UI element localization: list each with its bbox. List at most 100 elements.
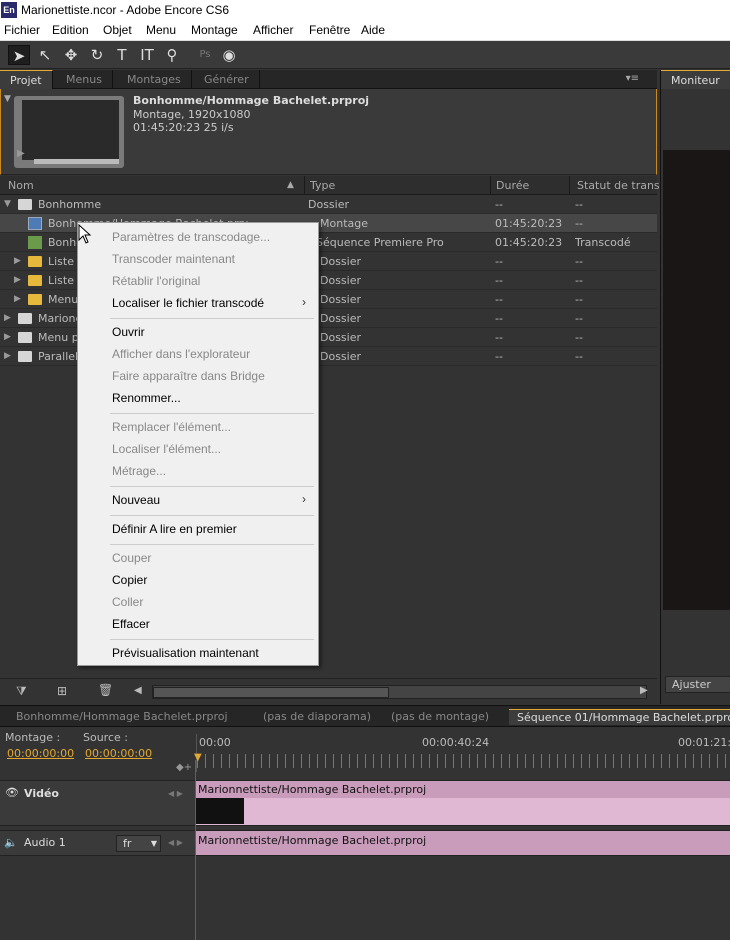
scroll-right-icon[interactable]: ▶: [640, 685, 648, 696]
column-status[interactable]: Statut de transc: [577, 179, 666, 192]
video-clip[interactable]: Marionnettiste/Hommage Bachelet.prproj: [196, 781, 730, 825]
sort-ascending-icon[interactable]: ▲: [287, 180, 294, 190]
expand-triangle-icon[interactable]: ▼: [4, 199, 11, 209]
project-panel-footer: ⧩ ⊞ 🗑 ◀ ▶: [0, 678, 657, 704]
add-marker-icon[interactable]: ◆+: [176, 762, 192, 773]
menu-item-transcode-settings[interactable]: Paramètres de transcodage...: [112, 230, 270, 244]
tab-timeline-none[interactable]: (pas de montage): [383, 709, 497, 725]
menu-objet[interactable]: Objet: [103, 23, 132, 37]
tab-projet[interactable]: Projet: [0, 70, 53, 89]
filter-icon[interactable]: ⧩: [16, 684, 27, 699]
menu-separator: [110, 515, 314, 516]
menu-item-revert-original[interactable]: Rétablir l'original: [112, 274, 200, 288]
rotate-icon[interactable]: ↻: [86, 45, 108, 65]
direct-select-icon[interactable]: ↖: [34, 45, 56, 65]
tab-moniteur[interactable]: Moniteur: [661, 70, 730, 89]
audio-language-select[interactable]: fr ▼: [116, 835, 161, 852]
column-divider[interactable]: [490, 176, 491, 195]
column-type[interactable]: Type: [310, 179, 335, 192]
scroll-left-icon[interactable]: ◀: [134, 685, 142, 696]
photoshop-icon[interactable]: Ps: [194, 45, 216, 65]
vertical-text-icon[interactable]: IT: [136, 45, 158, 65]
column-divider[interactable]: [569, 176, 570, 195]
zoom-fit-select[interactable]: Ajuster: [665, 676, 730, 693]
column-name[interactable]: Nom: [8, 179, 34, 192]
menu-item-locate-transcoded[interactable]: Localiser le fichier transcodé: [112, 296, 264, 310]
item-type: Dossier: [320, 312, 362, 325]
menu-item-replace[interactable]: Remplacer l'élément...: [112, 420, 231, 434]
menu-fichier[interactable]: Fichier: [4, 23, 40, 37]
horizontal-scrollbar[interactable]: [152, 685, 647, 699]
panel-menu-icon[interactable]: ▾≡: [626, 73, 639, 84]
folder-icon: [28, 256, 42, 267]
menu-item-copy[interactable]: Copier: [112, 573, 147, 587]
preview-thumbnail[interactable]: ▶: [14, 96, 124, 168]
menu-item-open[interactable]: Ouvrir: [112, 325, 145, 339]
selection-arrow-icon[interactable]: ➤: [8, 45, 30, 65]
menu-edition[interactable]: Edition: [52, 23, 89, 37]
monitor-viewport[interactable]: [663, 150, 730, 610]
ruler-label: 00:01:21:2: [678, 736, 730, 749]
menu-aide[interactable]: Aide: [361, 23, 385, 37]
column-divider[interactable]: [304, 176, 305, 195]
menu-montage[interactable]: Montage: [191, 23, 238, 37]
time-ruler[interactable]: 00:00 00:00:40:24 00:01:21:2 ▼: [194, 734, 730, 772]
list-item[interactable]: ▼ Bonhomme Dossier -- --: [0, 195, 657, 214]
menu-afficher[interactable]: Afficher: [253, 23, 293, 37]
folder-icon: [18, 332, 32, 343]
trash-icon[interactable]: 🗑: [98, 683, 113, 697]
menu-fenetre[interactable]: Fenêtre: [309, 23, 350, 37]
menu-item-footage[interactable]: Métrage...: [112, 464, 166, 478]
menu-item-transcode-now[interactable]: Transcoder maintenant: [112, 252, 235, 266]
tab-timeline-montage[interactable]: Bonhomme/Hommage Bachelet.prproj: [8, 709, 236, 725]
speaker-icon[interactable]: 🔈: [4, 836, 18, 849]
menu-item-cut[interactable]: Couper: [112, 551, 151, 565]
scrollbar-thumb[interactable]: [153, 687, 389, 698]
audio-clip[interactable]: Marionnettiste/Hommage Bachelet.prproj: [196, 831, 730, 855]
column-duration[interactable]: Durée: [496, 179, 529, 192]
expand-triangle-icon[interactable]: ▶: [14, 275, 21, 285]
title-bar: En Marionettiste.ncor - Adobe Encore CS6: [0, 0, 730, 21]
menu-item-reveal-bridge[interactable]: Faire apparaître dans Bridge: [112, 369, 265, 383]
tab-timeline-sequence[interactable]: Séquence 01/Hommage Bachelet.prproj: [509, 709, 730, 725]
zoom-icon[interactable]: ⚲: [161, 45, 183, 65]
new-item-icon[interactable]: ⊞: [57, 684, 67, 698]
thumbnail-image: [22, 100, 119, 160]
eye-icon[interactable]: 👁: [5, 786, 19, 799]
move-icon[interactable]: ✥: [60, 45, 82, 65]
menu-item-show-explorer[interactable]: Afficher dans l'explorateur: [112, 347, 250, 361]
menu-item-paste[interactable]: Coller: [112, 595, 143, 609]
preview-icon[interactable]: ◉: [218, 45, 240, 65]
text-icon[interactable]: T: [111, 45, 133, 65]
track-nav-arrows-icon[interactable]: ◀ ▶: [168, 838, 183, 847]
expand-triangle-icon[interactable]: ▶: [4, 332, 11, 342]
expand-triangle-icon[interactable]: ▶: [4, 313, 11, 323]
menu-menu[interactable]: Menu: [146, 23, 176, 37]
expand-triangle-icon[interactable]: ▶: [4, 351, 11, 361]
expand-triangle-icon[interactable]: ▶: [14, 294, 21, 304]
menu-item-locate[interactable]: Localiser l'élément...: [112, 442, 221, 456]
tab-menus[interactable]: Menus: [56, 70, 113, 89]
timeline-empty-area[interactable]: [0, 856, 730, 940]
tab-timeline-diaporama[interactable]: (pas de diaporama): [255, 709, 379, 725]
play-icon[interactable]: ▶: [17, 148, 25, 159]
source-timecode[interactable]: 00:00:00:00: [85, 747, 152, 760]
menu-item-new[interactable]: Nouveau: [112, 493, 160, 507]
preview-item-type: Montage, 1920x1080: [133, 108, 251, 121]
menu-item-rename[interactable]: Renommer...: [112, 391, 181, 405]
tab-montages[interactable]: Montages: [117, 70, 192, 89]
item-duration: --: [495, 331, 503, 344]
item-type: Dossier: [320, 255, 362, 268]
montage-timecode[interactable]: 00:00:00:00: [7, 747, 74, 760]
expand-triangle-icon[interactable]: ▶: [14, 256, 21, 266]
menu-separator: [110, 413, 314, 414]
thumbnail-scrub-bar[interactable]: [34, 159, 119, 164]
menu-item-preview-now[interactable]: Prévisualisation maintenant: [112, 646, 259, 660]
language-value: fr: [123, 837, 132, 850]
tab-generer[interactable]: Générer: [194, 70, 260, 89]
track-nav-arrows-icon[interactable]: ◀ ▶: [168, 789, 183, 798]
collapse-triangle-icon[interactable]: ▼: [4, 94, 11, 104]
menu-item-first-play[interactable]: Définir A lire en premier: [112, 522, 237, 536]
menu-item-clear[interactable]: Effacer: [112, 617, 150, 631]
playhead-line[interactable]: [195, 760, 196, 940]
